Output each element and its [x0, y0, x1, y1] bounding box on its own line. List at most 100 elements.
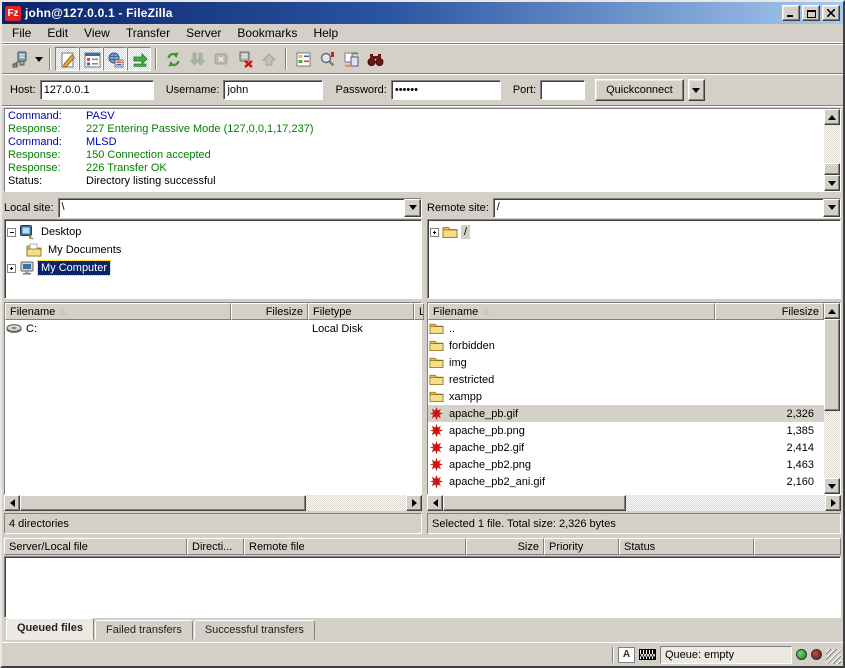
local-site-value[interactable]: \	[59, 199, 404, 217]
local-file-row[interactable]: C: Local Disk	[5, 320, 421, 337]
remote-file-row[interactable]: img	[428, 354, 824, 371]
log-vertical-scrollbar[interactable]	[824, 109, 840, 191]
maximize-button[interactable]	[802, 5, 820, 21]
column-filename[interactable]: Filename	[5, 303, 231, 320]
reconnect-button[interactable]	[257, 47, 281, 71]
folder-icon	[429, 338, 444, 353]
close-button[interactable]	[822, 5, 840, 21]
tab-failed-transfers[interactable]: Failed transfers	[95, 620, 193, 640]
scrollbar-track[interactable]	[824, 125, 840, 175]
local-horizontal-scrollbar[interactable]	[4, 495, 422, 511]
column-last-modified[interactable]: L	[414, 303, 424, 320]
local-site-combobox[interactable]: \	[58, 198, 422, 218]
quickconnect-dropdown[interactable]	[688, 79, 705, 101]
port-input[interactable]	[540, 80, 585, 100]
menu-transfer[interactable]: Transfer	[118, 24, 178, 42]
title-bar[interactable]: Fz john@127.0.0.1 - FileZilla	[2, 2, 843, 24]
site-manager-button[interactable]	[8, 47, 32, 71]
scrollbar-thumb[interactable]	[824, 319, 840, 411]
toggle-message-log-button[interactable]	[55, 47, 79, 71]
remote-site-dropdown[interactable]	[823, 199, 840, 217]
remote-file-row[interactable]: forbidden	[428, 337, 824, 354]
quickconnect-button[interactable]: Quickconnect	[595, 79, 684, 101]
remote-file-row[interactable]: xampp	[428, 388, 824, 405]
local-site-dropdown[interactable]	[404, 199, 421, 217]
menu-edit[interactable]: Edit	[39, 24, 76, 42]
column-status[interactable]: Status	[619, 538, 754, 555]
site-manager-dropdown[interactable]	[32, 47, 45, 71]
tree-item-root[interactable]: /	[430, 223, 838, 241]
scrollbar-track[interactable]	[824, 319, 840, 478]
image-file-icon	[429, 457, 444, 472]
column-filesize[interactable]: Filesize	[715, 303, 824, 320]
process-queue-button[interactable]	[185, 47, 209, 71]
scrollbar-thumb[interactable]	[824, 163, 840, 175]
column-priority[interactable]: Priority	[544, 538, 619, 555]
remote-file-row[interactable]: ..	[428, 320, 824, 337]
queue-body[interactable]	[4, 556, 841, 618]
scroll-left-button[interactable]	[4, 495, 20, 511]
expand-expander-icon[interactable]	[7, 264, 16, 273]
expand-expander-icon[interactable]	[430, 228, 439, 237]
directory-filters-button[interactable]	[291, 47, 315, 71]
column-filesize[interactable]: Filesize	[231, 303, 308, 320]
scroll-right-button[interactable]	[406, 495, 422, 511]
remote-file-row[interactable]: restricted	[428, 371, 824, 388]
scroll-down-button[interactable]	[824, 478, 840, 494]
column-filetype[interactable]: Filetype	[308, 303, 414, 320]
tree-item-my-computer[interactable]: My Computer	[7, 259, 419, 277]
cancel-operation-button[interactable]	[209, 47, 233, 71]
synchronized-browsing-button[interactable]	[339, 47, 363, 71]
tab-successful-transfers[interactable]: Successful transfers	[194, 620, 315, 640]
remote-file-row[interactable]: apache_pb2.gif 2,414	[428, 439, 824, 456]
disconnect-button[interactable]	[233, 47, 257, 71]
host-input[interactable]	[40, 80, 154, 100]
scroll-right-button[interactable]	[825, 495, 841, 511]
remote-file-row[interactable]: apache_pb2_ani.gif 2,160	[428, 473, 824, 490]
cell-filename: apache_pb.gif	[445, 408, 713, 420]
directory-comparison-button[interactable]	[315, 47, 339, 71]
scrollbar-track[interactable]	[20, 495, 406, 511]
column-size[interactable]: Size	[466, 538, 544, 555]
remote-file-row[interactable]: apache_pb2.png 1,463	[428, 456, 824, 473]
scrollbar-track[interactable]	[443, 495, 825, 511]
menu-help[interactable]: Help	[305, 24, 346, 42]
column-filename[interactable]: Filename	[428, 303, 715, 320]
queue-header: Server/Local file Directi... Remote file…	[4, 538, 841, 556]
scrollbar-thumb[interactable]	[443, 495, 626, 511]
scrollbar-thumb[interactable]	[20, 495, 306, 511]
scroll-right-icon	[412, 499, 417, 507]
toggle-local-tree-button[interactable]	[79, 47, 103, 71]
remote-horizontal-scrollbar[interactable]	[427, 495, 841, 511]
tree-item-my-documents[interactable]: My Documents	[7, 241, 419, 259]
menu-file[interactable]: File	[4, 24, 39, 42]
toggle-transfer-queue-button[interactable]	[127, 47, 151, 71]
menu-bookmarks[interactable]: Bookmarks	[229, 24, 305, 42]
refresh-button[interactable]	[161, 47, 185, 71]
find-files-button[interactable]	[363, 47, 387, 71]
scroll-left-button[interactable]	[427, 495, 443, 511]
remote-site-value[interactable]: /	[494, 199, 823, 217]
column-direction[interactable]: Directi...	[187, 538, 244, 555]
resize-grip[interactable]	[826, 649, 841, 664]
menu-server[interactable]: Server	[178, 24, 229, 42]
tree-item-desktop[interactable]: Desktop	[7, 223, 419, 241]
password-input[interactable]	[391, 80, 501, 100]
tab-queued-files[interactable]: Queued files	[6, 618, 94, 640]
username-input[interactable]	[223, 80, 323, 100]
chevron-down-icon	[35, 57, 43, 62]
scroll-up-button[interactable]	[824, 109, 840, 125]
toggle-remote-tree-button[interactable]	[103, 47, 127, 71]
scroll-down-button[interactable]	[824, 175, 840, 191]
remote-vertical-scrollbar[interactable]	[824, 303, 840, 494]
minimize-button[interactable]	[782, 5, 800, 21]
collapse-expander-icon[interactable]	[7, 228, 16, 237]
scroll-up-button[interactable]	[824, 303, 840, 319]
column-server-local-file[interactable]: Server/Local file	[4, 538, 187, 555]
transfer-queue-icon	[132, 52, 149, 69]
remote-site-combobox[interactable]: /	[493, 198, 841, 218]
remote-file-row[interactable]: apache_pb.png 1,385	[428, 422, 824, 439]
column-remote-file[interactable]: Remote file	[244, 538, 466, 555]
menu-view[interactable]: View	[76, 24, 118, 42]
remote-file-row-selected[interactable]: apache_pb.gif 2,326	[428, 405, 824, 422]
